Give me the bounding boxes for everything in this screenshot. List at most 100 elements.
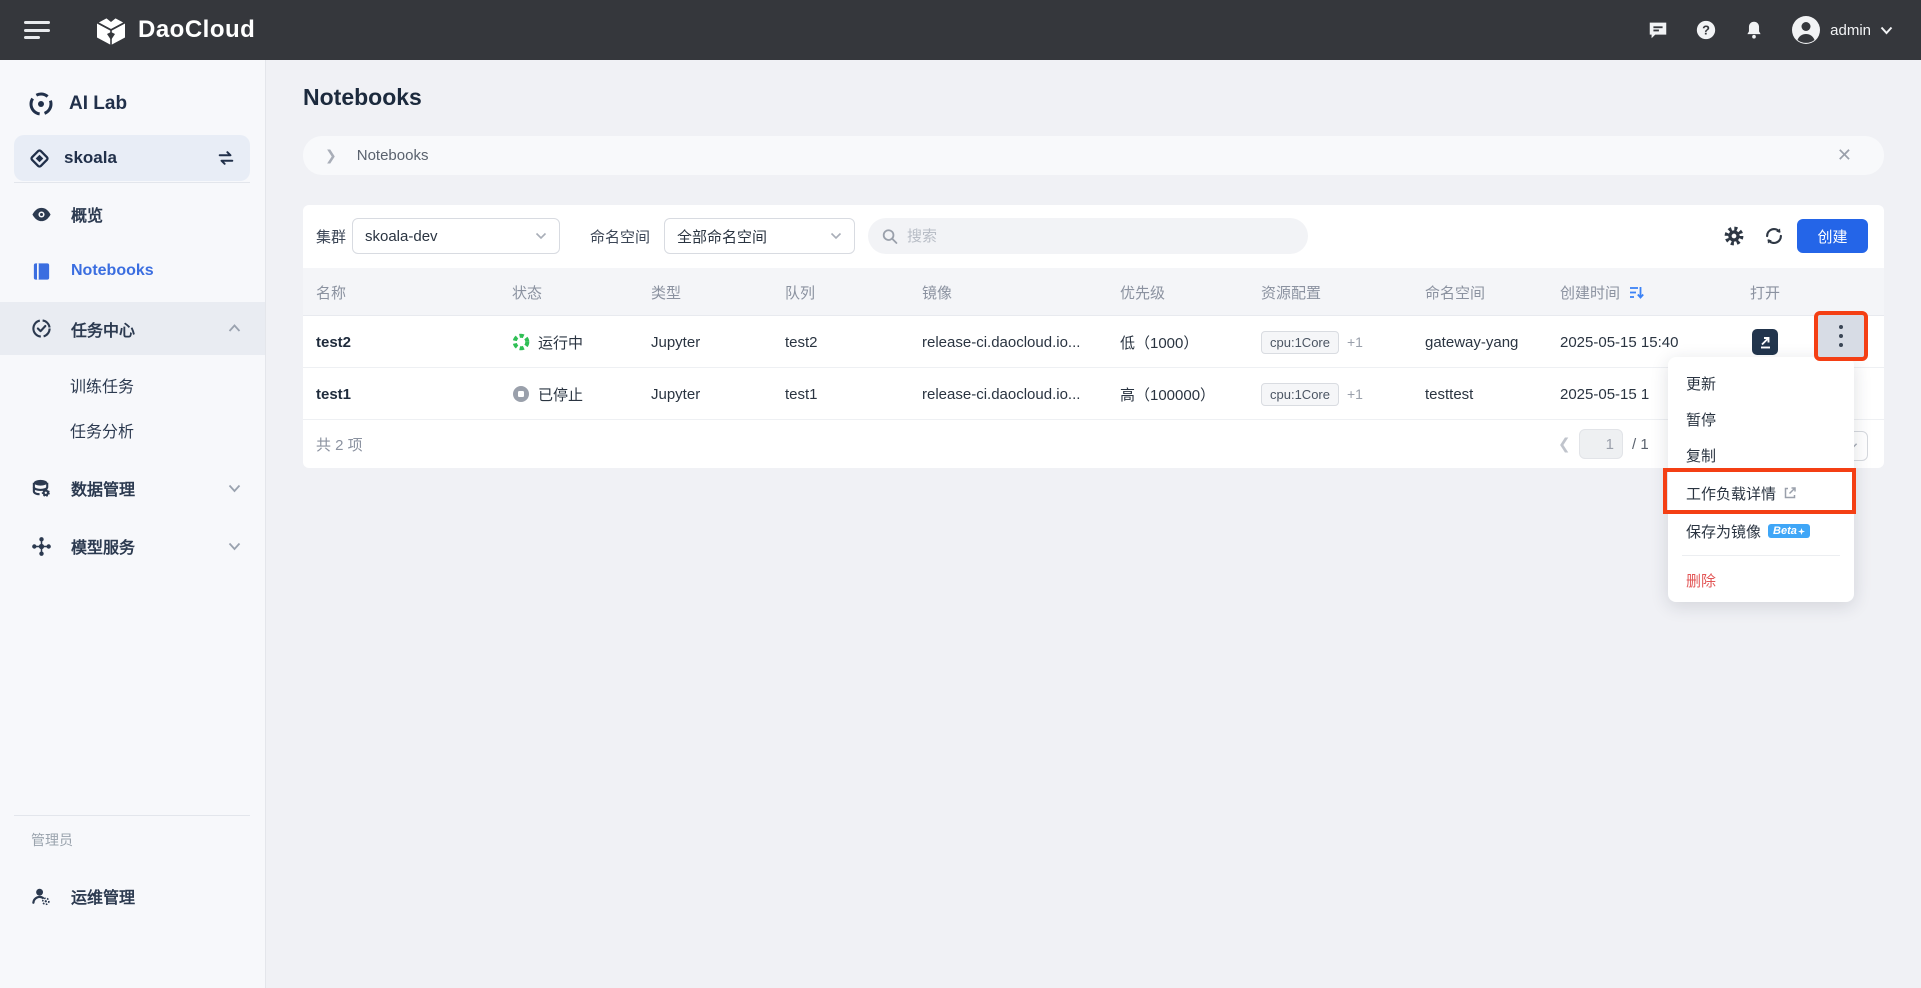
settings-gear-icon[interactable] xyxy=(1723,225,1745,247)
cell-namespace: testtest xyxy=(1425,368,1473,420)
kebab-annotation-box xyxy=(1814,311,1868,361)
sort-descending-icon[interactable] xyxy=(1628,284,1645,301)
product-name: AI Lab xyxy=(69,93,127,115)
col-image: 镜像 xyxy=(922,268,952,316)
resource-more[interactable]: +1 xyxy=(1347,386,1363,402)
avatar xyxy=(1791,15,1821,45)
task-center-icon xyxy=(31,318,52,339)
sidebar-item-overview[interactable]: 概览 xyxy=(0,192,265,236)
sidebar-item-task-analysis[interactable]: 任务分析 xyxy=(0,410,265,450)
sidebar-item-label: 数据管理 xyxy=(71,476,135,500)
sidebar-subitem-label: 训练任务 xyxy=(70,373,134,397)
cell-resources: cpu:1Core +1 xyxy=(1261,316,1363,368)
sidebar-item-label: 概览 xyxy=(71,202,103,226)
cell-name: test1 xyxy=(316,368,351,420)
top-navbar: DaoCloud ? admin xyxy=(0,0,1921,60)
ops-person-gear-icon xyxy=(31,886,52,907)
breadcrumb: ❯ Notebooks ✕ xyxy=(303,136,1884,175)
cell-image: release-ci.daocloud.io... xyxy=(922,316,1080,368)
sidebar-section-admin: 管理员 xyxy=(0,828,265,852)
resource-tag[interactable]: cpu:1Core xyxy=(1261,331,1339,354)
chevron-down-icon xyxy=(830,232,842,240)
sidebar-item-label: Notebooks xyxy=(71,262,154,280)
model-services-icon xyxy=(31,536,52,557)
main-content: Notebooks ❯ Notebooks ✕ 集群 skoala-dev 命名… xyxy=(265,60,1921,988)
refresh-icon[interactable] xyxy=(1763,225,1785,247)
cluster-select[interactable]: skoala-dev xyxy=(352,218,560,254)
menu-item-save-as-image[interactable]: 保存为镜像 Beta xyxy=(1668,513,1854,549)
workspace-name: skoala xyxy=(64,148,202,168)
filter-bar: 集群 skoala-dev 命名空间 全部命名空间 xyxy=(303,218,1884,254)
feedback-icon[interactable] xyxy=(1647,19,1669,41)
hamburger-menu-icon[interactable] xyxy=(24,21,50,39)
sidebar-item-notebooks[interactable]: Notebooks xyxy=(0,249,265,293)
menu-item-update[interactable]: 更新 xyxy=(1668,365,1854,401)
cell-status: 运行中 xyxy=(512,316,583,368)
workspace-switcher[interactable]: skoala xyxy=(14,135,250,181)
menu-item-copy[interactable]: 复制 xyxy=(1668,437,1854,473)
svg-text:?: ? xyxy=(1702,23,1710,38)
cell-name: test2 xyxy=(316,316,351,368)
cell-resources: cpu:1Core +1 xyxy=(1261,368,1363,420)
help-icon[interactable]: ? xyxy=(1695,19,1717,41)
external-link-icon xyxy=(1783,486,1797,500)
notebooks-card: 集群 skoala-dev 命名空间 全部命名空间 xyxy=(303,205,1884,468)
cell-created: 2025-05-15 1 xyxy=(1560,368,1649,420)
sidebar-item-data-management[interactable]: 数据管理 xyxy=(0,466,265,510)
sidebar-item-label: 任务中心 xyxy=(71,317,135,341)
search-icon xyxy=(882,228,898,245)
sidebar-divider xyxy=(14,815,250,816)
row-context-menu: 更新 暂停 复制 工作负载详情 保存为镜像 Beta xyxy=(1668,357,1854,602)
col-queue: 队列 xyxy=(785,268,815,316)
menu-item-delete[interactable]: 删除 xyxy=(1668,562,1854,598)
pagination-prev-icon[interactable]: ❮ xyxy=(1558,435,1571,453)
product-header: AI Lab xyxy=(0,84,265,124)
notebook-icon xyxy=(31,261,52,282)
pagination-page-input[interactable] xyxy=(1579,429,1623,459)
table-row[interactable]: test2 运行中 Jupyter test2 release-ci.daocl… xyxy=(303,316,1884,368)
page-title: Notebooks xyxy=(303,84,422,111)
username: admin xyxy=(1830,22,1871,39)
menu-item-workload-detail[interactable]: 工作负载详情 xyxy=(1668,473,1854,513)
breadcrumb-close-icon[interactable]: ✕ xyxy=(1837,145,1862,166)
chevron-down-icon xyxy=(535,232,547,240)
user-chevron-down-icon xyxy=(1880,26,1893,35)
create-button[interactable]: 创建 xyxy=(1797,219,1868,253)
notifications-bell-icon[interactable] xyxy=(1743,19,1765,41)
resource-tag[interactable]: cpu:1Core xyxy=(1261,383,1339,406)
cell-status: 已停止 xyxy=(512,368,583,420)
sidebar-item-ops-management[interactable]: 运维管理 xyxy=(0,874,265,918)
breadcrumb-item[interactable]: Notebooks xyxy=(357,147,429,164)
resource-more[interactable]: +1 xyxy=(1347,334,1363,350)
cell-created: 2025-05-15 15:40 xyxy=(1560,316,1678,368)
brand: DaoCloud xyxy=(94,13,255,47)
row-actions-kebab-button[interactable] xyxy=(1839,325,1843,347)
col-open: 打开 xyxy=(1750,268,1780,316)
sidebar-item-model-services[interactable]: 模型服务 xyxy=(0,524,265,568)
col-namespace: 命名空间 xyxy=(1425,268,1485,316)
namespace-label: 命名空间 xyxy=(590,226,650,247)
search-input[interactable] xyxy=(907,228,1294,245)
cell-queue: test1 xyxy=(785,368,818,420)
table-footer: 共 2 项 ❮ / 1 xyxy=(303,420,1884,468)
sidebar-item-label: 运维管理 xyxy=(71,884,135,908)
col-name: 名称 xyxy=(316,268,346,316)
workspace-gem-icon xyxy=(29,148,50,169)
database-gear-icon xyxy=(31,478,52,499)
table-header: 名称 状态 类型 队列 镜像 优先级 资源配置 命名空间 创建时间 打开 xyxy=(303,268,1884,316)
sidebar-item-training-tasks[interactable]: 训练任务 xyxy=(0,365,265,405)
switch-workspace-icon[interactable] xyxy=(216,149,236,167)
user-menu[interactable]: admin xyxy=(1791,15,1893,45)
cell-image: release-ci.daocloud.io... xyxy=(922,368,1080,420)
col-resources: 资源配置 xyxy=(1261,268,1321,316)
status-stopped-icon xyxy=(512,385,530,403)
open-notebook-button[interactable] xyxy=(1752,329,1778,355)
sidebar-item-task-center[interactable]: 任务中心 xyxy=(0,302,265,355)
sidebar-item-label: 模型服务 xyxy=(71,534,135,558)
eye-icon xyxy=(31,204,52,225)
table-row[interactable]: test1 已停止 Jupyter test1 release-ci.daocl… xyxy=(303,368,1884,420)
cell-type: Jupyter xyxy=(651,316,700,368)
menu-item-pause[interactable]: 暂停 xyxy=(1668,401,1854,437)
namespace-select[interactable]: 全部命名空间 xyxy=(664,218,855,254)
status-running-icon xyxy=(512,333,530,351)
